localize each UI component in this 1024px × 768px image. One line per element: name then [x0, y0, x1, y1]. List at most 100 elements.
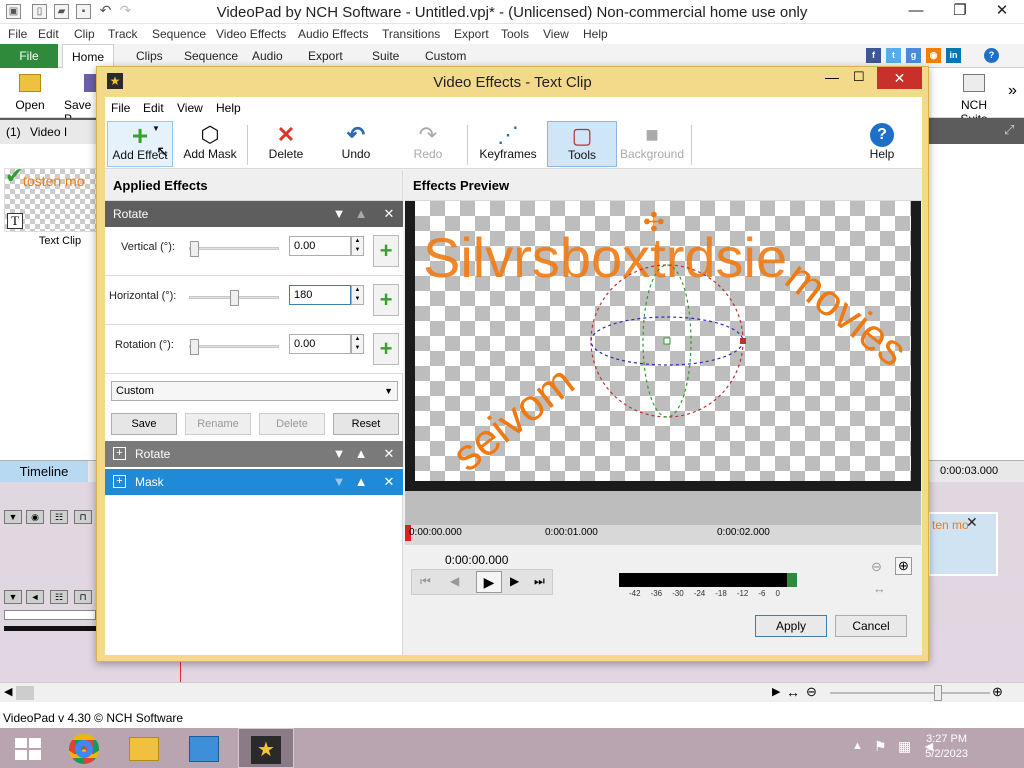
- menu-view[interactable]: View: [543, 27, 569, 41]
- undo-button[interactable]: ↶ Undo: [323, 121, 389, 167]
- preview-scrubber[interactable]: 0:00:00.000 0:00:01.000 0:00:02.000: [405, 491, 921, 545]
- cancel-button[interactable]: Cancel: [835, 615, 907, 637]
- rotation-slider-thumb[interactable]: [190, 339, 199, 355]
- speaker-icon[interactable]: ◄: [26, 590, 44, 604]
- zoom-slider-thumb[interactable]: [934, 685, 942, 701]
- eye-icon[interactable]: ◉: [26, 510, 44, 524]
- audio-group-icon[interactable]: ☷: [50, 590, 68, 604]
- taskbar-chrome[interactable]: [56, 728, 112, 768]
- start-button[interactable]: [0, 728, 56, 768]
- menu-audio-effects[interactable]: Audio Effects: [298, 27, 369, 41]
- menu-track[interactable]: Track: [108, 27, 138, 41]
- step-forward-icon[interactable]: ▶: [510, 574, 519, 588]
- scroll-thumb[interactable]: [16, 686, 34, 700]
- add-mask-button[interactable]: ⬡ Add Mask: [177, 121, 243, 167]
- minimize-button[interactable]: —: [896, 0, 936, 24]
- lock-icon[interactable]: ⊓: [74, 510, 92, 524]
- expand-icon[interactable]: ⤢: [1004, 122, 1014, 138]
- facebook-icon[interactable]: f: [866, 48, 881, 63]
- vertical-slider-thumb[interactable]: [190, 241, 199, 257]
- zoom-out-icon[interactable]: ⊖: [806, 684, 817, 700]
- collapse-down-icon[interactable]: ▼: [329, 201, 349, 227]
- horizontal-spinner[interactable]: ▲ ▼: [351, 285, 364, 305]
- rss-icon[interactable]: ◉: [926, 48, 941, 63]
- dialog-menu-help[interactable]: Help: [216, 101, 241, 115]
- vertical-input[interactable]: 0.00: [289, 236, 351, 256]
- menu-transitions[interactable]: Transitions: [382, 27, 440, 41]
- maximize-button[interactable]: ❐: [940, 0, 980, 24]
- move-up-icon[interactable]: ▲: [351, 201, 371, 227]
- taskbar-control-panel[interactable]: [176, 728, 232, 768]
- menu-clip[interactable]: Clip: [74, 27, 95, 41]
- effect-list-mask[interactable]: + Mask ▼ ▲ ✕: [105, 469, 403, 495]
- preset-rename-button[interactable]: Rename: [185, 413, 251, 435]
- expand-plus-icon-mask[interactable]: +: [113, 475, 126, 488]
- vertical-keyframe-button[interactable]: +: [373, 235, 399, 267]
- zoom-in-icon[interactable]: ⊕: [992, 684, 1003, 700]
- tray-flag-icon[interactable]: ⚑: [874, 738, 887, 755]
- rotation-input[interactable]: 0.00: [289, 334, 351, 354]
- tab-sequence[interactable]: Sequence: [184, 49, 238, 63]
- tab-export[interactable]: Export: [308, 49, 343, 63]
- preview-fit-icon[interactable]: ↔: [873, 581, 886, 596]
- go-end-icon[interactable]: ⏭: [534, 574, 545, 589]
- scroll-right-icon[interactable]: ▶: [772, 685, 780, 698]
- mask-remove-icon[interactable]: ✕: [379, 469, 399, 495]
- effects-preview-canvas[interactable]: Silvrsboxtrdsie seivom movies ✣: [405, 201, 921, 491]
- step-back-icon[interactable]: ◀: [450, 574, 459, 588]
- mask-down-icon[interactable]: ▼: [329, 469, 349, 495]
- mask-up-icon[interactable]: ▲: [351, 469, 371, 495]
- dialog-minimize-button[interactable]: —: [825, 69, 839, 85]
- fit-icon[interactable]: ↔: [786, 684, 800, 700]
- tools-button[interactable]: ▢ Tools: [547, 121, 617, 167]
- play-icon[interactable]: ▶: [476, 571, 502, 593]
- menu-export[interactable]: Export: [454, 27, 489, 41]
- horizontal-slider-thumb[interactable]: [230, 290, 239, 306]
- horizontal-slider[interactable]: [189, 290, 279, 306]
- tab-custom[interactable]: Custom: [425, 49, 466, 63]
- menu-edit[interactable]: Edit: [38, 27, 59, 41]
- dialog-menu-view[interactable]: View: [177, 101, 203, 115]
- audio-volume-bar[interactable]: [4, 610, 96, 620]
- taskbar-videopad[interactable]: ★: [238, 728, 294, 768]
- tab-file[interactable]: File: [0, 44, 58, 68]
- rotation-keyframe-button[interactable]: +: [373, 333, 399, 365]
- menu-video-effects[interactable]: Video Effects: [216, 27, 286, 41]
- vertical-spinner[interactable]: ▲ ▼: [351, 236, 364, 256]
- dialog-menu-file[interactable]: File: [111, 101, 130, 115]
- close-button[interactable]: ✕: [982, 0, 1022, 24]
- group-icon[interactable]: ☷: [50, 510, 68, 524]
- vertical-slider[interactable]: [189, 241, 279, 257]
- rotate-remove-icon[interactable]: ✕: [379, 441, 399, 467]
- taskbar-explorer[interactable]: [116, 728, 172, 768]
- menu-tools[interactable]: Tools: [501, 27, 529, 41]
- preset-save-button[interactable]: Save: [111, 413, 177, 435]
- tab-suite[interactable]: Suite: [372, 49, 399, 63]
- effect-list-rotate[interactable]: + Rotate ▼ ▲ ✕: [105, 441, 403, 467]
- rotate-up-icon[interactable]: ▲: [351, 441, 371, 467]
- audio-collapse-icon[interactable]: ▼: [4, 590, 22, 604]
- open-button[interactable]: Open: [14, 74, 46, 112]
- linkedin-icon[interactable]: in: [946, 48, 961, 63]
- dialog-maximize-button[interactable]: ☐: [853, 69, 865, 85]
- preset-select[interactable]: Custom ▼: [111, 381, 398, 401]
- tray-network-icon[interactable]: ▦: [898, 738, 911, 755]
- tab-timeline[interactable]: Timeline: [0, 461, 88, 483]
- rotation-spinner[interactable]: ▲ ▼: [351, 334, 364, 354]
- redo-button[interactable]: ↷ Redo: [395, 121, 461, 167]
- scroll-left-icon[interactable]: ◀: [4, 685, 12, 698]
- preview-zoom-in-icon[interactable]: ⊕: [895, 557, 912, 575]
- timeline-text-clip[interactable]: ten mo ✕: [928, 512, 998, 576]
- zoom-slider[interactable]: [830, 685, 990, 701]
- bin-tab-video[interactable]: (1) Video I: [0, 120, 100, 144]
- twitter-icon[interactable]: t: [886, 48, 901, 63]
- ribbon-more-icon[interactable]: »: [1008, 82, 1017, 100]
- track-collapse-icon[interactable]: ▼: [4, 510, 22, 524]
- tray-up-icon[interactable]: ▲: [852, 740, 863, 752]
- preview-zoom-out-icon[interactable]: ⊖: [871, 559, 882, 575]
- preset-reset-button[interactable]: Reset: [333, 413, 399, 435]
- text-clip-thumbnail[interactable]: tosten mo ✔ T: [4, 163, 100, 232]
- timeline-scrollbar[interactable]: ◀ ▶ ↔ ⊖ ⊕: [0, 682, 1024, 702]
- help-icon[interactable]: ?: [984, 48, 999, 63]
- help-button[interactable]: ? Help: [853, 121, 911, 167]
